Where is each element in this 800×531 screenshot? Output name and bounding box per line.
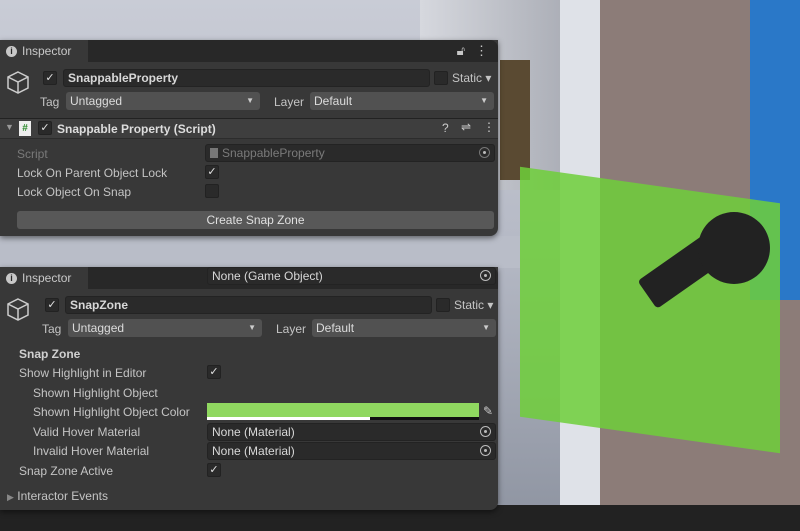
layer-dropdown[interactable]: Default <box>310 92 494 110</box>
static-checkbox[interactable] <box>434 71 448 85</box>
lock-object-on-snap-checkbox[interactable] <box>205 184 219 198</box>
tab-inspector[interactable]: i Inspector <box>0 40 88 62</box>
create-snap-zone-button[interactable]: Create Snap Zone <box>17 211 494 229</box>
field-label: Shown Highlight Object <box>33 386 158 400</box>
field-label: Shown Highlight Object Color <box>33 405 190 419</box>
more-menu-icon[interactable]: ⋮ <box>475 43 488 59</box>
section-header: Snap Zone <box>19 347 81 361</box>
gameobject-cube-icon[interactable] <box>6 70 32 96</box>
interactor-events-foldout[interactable]: ▶ Interactor Events <box>7 489 108 503</box>
static-label: Static <box>454 298 485 312</box>
field-label: Show Highlight in Editor <box>19 366 147 380</box>
object-picker-icon[interactable] <box>480 270 491 281</box>
component-menu-icon[interactable]: ⋮ <box>483 120 495 134</box>
lock-icon[interactable]: 🔓︎ <box>457 43 465 59</box>
field-label: Snap Zone Active <box>19 464 114 478</box>
tab-bar: i Inspector 🔓︎ ⋮ <box>0 40 498 62</box>
static-checkbox[interactable] <box>436 298 450 312</box>
lock-on-parent-checkbox[interactable]: ✓ <box>205 165 219 179</box>
tag-label: Tag <box>42 322 62 336</box>
script-file-icon <box>210 148 218 158</box>
tab-label: Inspector <box>22 271 72 285</box>
highlight-color-swatch[interactable] <box>207 403 479 420</box>
foldout-arrow-icon: ▶ <box>7 492 14 502</box>
field-label: Lock Object On Snap <box>17 185 132 199</box>
presets-icon[interactable]: ⇌ <box>461 120 471 134</box>
valid-hover-material-field[interactable]: None (Material) <box>207 423 496 441</box>
snap-zone-active-checkbox[interactable]: ✓ <box>207 463 221 477</box>
gameobject-cube-icon[interactable] <box>6 297 32 323</box>
component-header[interactable]: ▼ # ✓ Snappable Property (Script) ? ⇌ ⋮ <box>0 118 498 139</box>
tag-label: Tag <box>40 95 60 109</box>
object-name-input[interactable]: SnappableProperty <box>63 69 430 87</box>
field-value: None (Game Object) <box>212 269 323 283</box>
field-label: Invalid Hover Material <box>33 444 150 458</box>
help-icon[interactable]: ? <box>442 121 449 135</box>
field-value: None (Material) <box>212 425 295 439</box>
inspector-panel-snappable: i Inspector 🔓︎ ⋮ ✓ SnappableProperty Stati… <box>0 40 498 236</box>
script-label: Script <box>17 147 48 161</box>
tag-dropdown[interactable]: Untagged <box>66 92 260 110</box>
inspector-panel-snapzone: iInspector 🔓︎⋮ ✓ SnapZone Static ▾ Tag U… <box>0 267 498 510</box>
tab-label: Inspector <box>22 44 72 58</box>
field-value: None (Material) <box>212 444 295 458</box>
object-picker-icon[interactable] <box>480 445 491 456</box>
show-highlight-checkbox[interactable]: ✓ <box>207 365 221 379</box>
object-picker-icon[interactable] <box>480 426 491 437</box>
static-dropdown[interactable]: Static ▾ <box>452 71 491 85</box>
eyedropper-icon[interactable]: ✎ <box>483 404 493 418</box>
object-name-input[interactable]: SnapZone <box>65 296 432 314</box>
layer-label: Layer <box>276 322 307 336</box>
field-label: Valid Hover Material <box>33 425 141 439</box>
script-value: SnappableProperty <box>222 146 325 160</box>
highlight-object-field[interactable]: None (Game Object) <box>207 267 496 285</box>
layer-dropdown[interactable]: Default <box>312 319 496 337</box>
alpha-bar <box>207 417 371 420</box>
info-icon: i <box>6 272 17 284</box>
info-icon: i <box>6 45 17 57</box>
component-title: Snappable Property (Script) <box>57 122 216 136</box>
foldout-arrow-icon[interactable]: ▼ <box>5 122 14 132</box>
layer-label: Layer <box>274 95 305 109</box>
active-checkbox[interactable]: ✓ <box>45 298 59 312</box>
active-checkbox[interactable]: ✓ <box>43 71 57 85</box>
static-label: Static <box>452 71 483 85</box>
script-icon: # <box>19 121 31 136</box>
object-picker-icon <box>479 147 490 158</box>
component-enabled-checkbox[interactable]: ✓ <box>38 121 52 135</box>
tag-dropdown[interactable]: Untagged <box>68 319 262 337</box>
field-label: Lock On Parent Object Lock <box>17 166 168 180</box>
static-dropdown[interactable]: Static ▾ <box>454 298 493 312</box>
foldout-label: Interactor Events <box>17 489 108 503</box>
tab-inspector[interactable]: i Inspector <box>0 267 88 289</box>
script-field: SnappableProperty <box>205 144 495 162</box>
invalid-hover-material-field[interactable]: None (Material) <box>207 442 496 460</box>
